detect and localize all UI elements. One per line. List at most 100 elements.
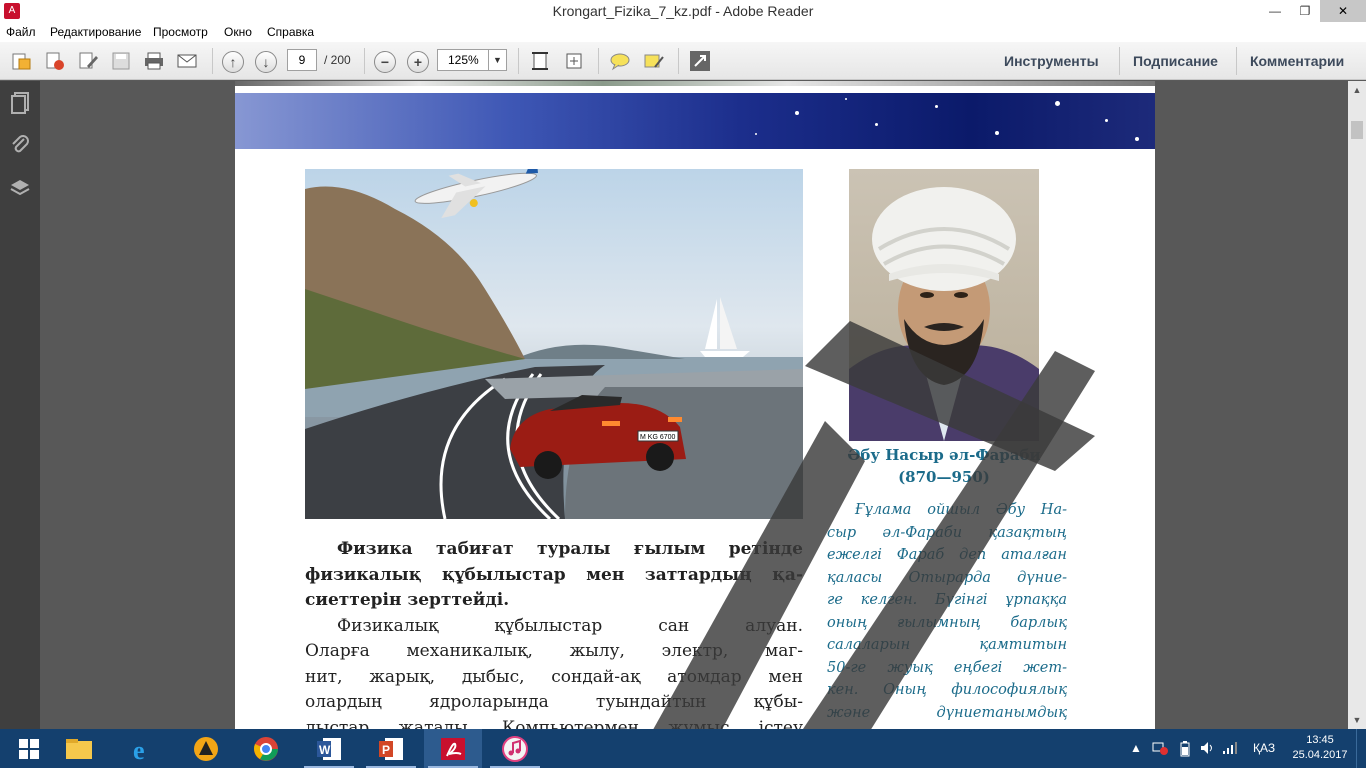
body-line: Физика табиғат туралы ғылым ретінде bbox=[337, 539, 803, 559]
al-farabi-portrait bbox=[849, 169, 1039, 441]
powerpoint-icon[interactable]: P bbox=[362, 729, 420, 768]
create-pdf-icon[interactable] bbox=[9, 50, 33, 72]
menu-view[interactable]: Просмотр bbox=[153, 25, 208, 39]
combine-files-icon[interactable] bbox=[43, 50, 67, 72]
menu-file[interactable]: Файл bbox=[6, 25, 36, 39]
edit-document-icon[interactable] bbox=[76, 50, 100, 72]
scroll-up-arrow-icon[interactable]: ▲ bbox=[1348, 81, 1366, 99]
maximize-button[interactable]: ❐ bbox=[1290, 0, 1320, 22]
sidebar-biography: Ғұлама ойшыл Әбу На- сыр әл-Фараби қазақ… bbox=[827, 499, 1067, 724]
word-icon[interactable]: W bbox=[300, 729, 358, 768]
layers-icon[interactable] bbox=[8, 176, 32, 200]
body-line: физикалық құбылыстар мен заттардың қа- bbox=[305, 564, 803, 585]
chevron-down-icon[interactable]: ▼ bbox=[488, 50, 506, 70]
language-indicator[interactable]: ҚАЗ bbox=[1253, 741, 1275, 755]
page-total: / 200 bbox=[324, 53, 351, 67]
scrollbar-thumb[interactable] bbox=[1351, 121, 1363, 139]
internet-explorer-icon[interactable]: e bbox=[115, 729, 173, 768]
sidebar-line: Ғұлама ойшыл Әбу На- bbox=[855, 502, 1067, 518]
toolbar-divider bbox=[598, 48, 599, 74]
page-thumbnails-icon[interactable] bbox=[8, 91, 32, 115]
tab-comments[interactable]: Комментарии bbox=[1250, 53, 1344, 69]
clock-date: 25.04.2017 bbox=[1292, 749, 1348, 761]
attachments-icon[interactable] bbox=[8, 133, 32, 157]
body-line: сиеттерін зерттейді. bbox=[305, 590, 510, 610]
main-body-text: Физика табиғат туралы ғылым ретінде физи… bbox=[305, 537, 803, 729]
body-line: нит, жарық, дыбыс, сондай-ақ атомдар мен bbox=[305, 666, 803, 687]
close-button[interactable]: ✕ bbox=[1320, 0, 1366, 22]
adobe-reader-taskbar-icon[interactable] bbox=[424, 729, 482, 768]
network-warning-icon[interactable] bbox=[1152, 741, 1168, 758]
document-viewport[interactable]: M KG 6700 Әбу Насыр әл-Фараби (870—950) … bbox=[40, 81, 1348, 729]
sidebar-line: 50-ге жуық еңбегі жет- bbox=[827, 659, 1067, 676]
page-header-banner bbox=[235, 93, 1155, 149]
title-bar: A Krongart_Fizika_7_kz.pdf - Adobe Reade… bbox=[0, 0, 1366, 22]
zoom-out-button[interactable]: − bbox=[374, 51, 396, 73]
portrait-caption-years: (870—950) bbox=[898, 468, 990, 486]
highlight-icon[interactable] bbox=[642, 50, 666, 72]
toolbar-divider bbox=[212, 48, 213, 74]
sidebar-line: сыр әл-Фараби қазақтың bbox=[827, 524, 1067, 541]
signal-strength-icon[interactable] bbox=[1222, 741, 1238, 758]
file-explorer-icon[interactable] bbox=[50, 729, 108, 768]
tab-tools[interactable]: Инструменты bbox=[1004, 53, 1099, 69]
itunes-icon[interactable] bbox=[486, 729, 544, 768]
scroll-down-arrow-icon[interactable]: ▼ bbox=[1348, 711, 1366, 729]
windows-taskbar: e W P ▲ ҚАЗ 13:45 25.04.2017 bbox=[0, 729, 1366, 768]
body-line: лыстар жатады. Компьютермен жұмыс істеу bbox=[305, 717, 803, 730]
zoom-in-button[interactable]: + bbox=[407, 51, 429, 73]
toolbar-divider bbox=[364, 48, 365, 74]
next-page-button[interactable]: ↓ bbox=[255, 51, 277, 73]
save-icon[interactable] bbox=[109, 50, 133, 72]
sidebar-line: салаларын қамтитын bbox=[827, 637, 1067, 653]
menu-bar: Файл Редактирование Просмотр Окно Справк… bbox=[0, 22, 1366, 42]
sidebar-line: кен. Оның философиялық bbox=[827, 682, 1067, 698]
navigation-panel bbox=[0, 81, 40, 729]
portrait-caption-name: Әбу Насыр әл-Фараби bbox=[847, 446, 1041, 464]
zoom-value: 125% bbox=[448, 53, 479, 67]
minimize-button[interactable]: — bbox=[1260, 0, 1290, 22]
zoom-select[interactable]: 125% ▼ bbox=[437, 49, 507, 71]
system-clock[interactable]: 13:45 25.04.2017 bbox=[1290, 733, 1350, 763]
menu-edit[interactable]: Редактирование bbox=[50, 25, 141, 39]
aimp-player-icon[interactable] bbox=[177, 729, 235, 768]
toolbar-divider bbox=[678, 48, 679, 74]
body-line: Физикалық құбылыстар сан алуан. bbox=[337, 615, 803, 636]
clock-time: 13:45 bbox=[1306, 734, 1334, 746]
body-line: олардың ядроларында туындайтын құбы- bbox=[305, 692, 803, 712]
print-icon[interactable] bbox=[142, 50, 166, 72]
comment-icon[interactable] bbox=[608, 50, 632, 72]
sidebar-line: және дүниетанымдық bbox=[827, 704, 1067, 721]
menu-window[interactable]: Окно bbox=[224, 25, 252, 39]
body-line: Оларға механикалық, жылу, электр, маг- bbox=[305, 641, 803, 661]
toolbar-divider bbox=[1119, 47, 1120, 75]
svg-text:e: e bbox=[133, 736, 145, 763]
show-desktop-button[interactable] bbox=[1356, 729, 1366, 768]
sidebar-line: ге келген. Бүгінгі ұрпаққа bbox=[827, 592, 1067, 608]
svg-text:P: P bbox=[382, 743, 390, 757]
sidebar-line: оның ғылымның барлық bbox=[827, 614, 1067, 631]
tab-sign[interactable]: Подписание bbox=[1133, 53, 1218, 69]
fit-width-icon[interactable] bbox=[562, 50, 586, 72]
previous-page-image-strip bbox=[235, 81, 1155, 86]
page-number-input[interactable]: 9 bbox=[287, 49, 317, 71]
menu-help[interactable]: Справка bbox=[267, 25, 314, 39]
vertical-scrollbar[interactable]: ▲ ▼ bbox=[1348, 81, 1366, 729]
fit-page-icon[interactable] bbox=[528, 50, 552, 72]
full-screen-icon[interactable] bbox=[688, 50, 712, 72]
svg-text:W: W bbox=[319, 743, 331, 757]
road-car-photo: M KG 6700 bbox=[305, 169, 803, 519]
chrome-icon[interactable] bbox=[237, 729, 295, 768]
sidebar-line: ежелгі Фараб деп аталған bbox=[827, 547, 1067, 563]
window-title: Krongart_Fizika_7_kz.pdf - Adobe Reader bbox=[552, 3, 814, 19]
battery-icon[interactable] bbox=[1180, 741, 1190, 760]
show-hidden-icons-icon[interactable]: ▲ bbox=[1130, 741, 1142, 755]
email-icon[interactable] bbox=[175, 50, 199, 72]
pdf-page: M KG 6700 Әбу Насыр әл-Фараби (870—950) … bbox=[235, 81, 1155, 729]
sidebar-line: қаласы Отырарда дүние- bbox=[827, 569, 1067, 586]
previous-page-button[interactable]: ↑ bbox=[222, 51, 244, 73]
volume-icon[interactable] bbox=[1200, 741, 1216, 758]
toolbar-divider bbox=[518, 48, 519, 74]
car-plate-text: M KG 6700 bbox=[640, 434, 676, 441]
toolbar-divider bbox=[1236, 47, 1237, 75]
